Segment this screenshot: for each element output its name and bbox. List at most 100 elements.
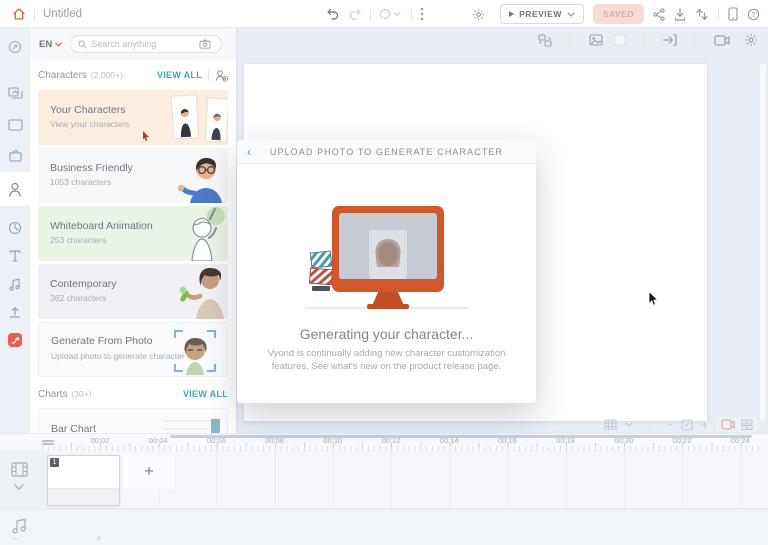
audio-zoom-in[interactable]: + [96, 534, 102, 545]
card-contemporary[interactable]: Contemporary 362 characters [38, 264, 228, 319]
add-camera-icon[interactable] [721, 419, 735, 430]
bar-chart-thumbnail [161, 413, 221, 433]
character-thumb [171, 94, 199, 139]
timeline-zoom-out[interactable]: − [666, 418, 673, 432]
card-business-friendly[interactable]: Business Friendly 1053 characters [38, 148, 228, 203]
card-bar-chart[interactable]: Bar Chart 6 charts [38, 408, 228, 433]
top-bar: Untitled PREVIEW [0, 0, 768, 28]
snap-grid-icon[interactable] [604, 419, 617, 430]
scene-thumbnail[interactable]: 1 [47, 455, 120, 506]
undo-icon[interactable] [326, 8, 339, 20]
character-tab-icon[interactable] [0, 172, 30, 206]
more-options-icon[interactable] [420, 7, 424, 21]
preview-button[interactable]: PREVIEW [500, 4, 584, 24]
audio-track-icon[interactable] [12, 518, 27, 534]
divider [649, 419, 650, 431]
card-your-characters[interactable]: Your Characters View your characters [38, 90, 228, 145]
section-title: Charts [38, 389, 67, 400]
card-title: Business Friendly [50, 162, 133, 174]
version-history-icon[interactable] [379, 8, 403, 20]
canvas-settings-icon[interactable] [744, 33, 758, 47]
upload-icon[interactable] [0, 297, 30, 327]
timeline-zoom-in[interactable]: + [701, 418, 708, 432]
share-icon[interactable] [653, 8, 665, 21]
image-search-icon[interactable] [199, 39, 211, 49]
canvas-toolbar [538, 33, 758, 47]
stock-media-icon[interactable] [0, 325, 30, 355]
card-title: Your Characters [50, 104, 125, 116]
add-character-icon[interactable] [215, 69, 228, 82]
chart-icon[interactable] [0, 213, 30, 243]
templates-icon[interactable] [0, 78, 30, 108]
modal-body-text: Vyond is continually adding new characte… [261, 348, 512, 374]
download-icon[interactable] [674, 8, 686, 21]
device-preview-icon[interactable] [728, 7, 738, 21]
redo-icon[interactable] [349, 8, 362, 20]
home-icon[interactable] [12, 7, 26, 21]
divider [644, 34, 645, 46]
divider [208, 69, 209, 81]
filmstrip-icon[interactable] [11, 462, 28, 477]
document-title[interactable]: Untitled [43, 8, 82, 20]
section-count: (30+) [71, 389, 91, 399]
help-icon[interactable]: ? [747, 8, 760, 21]
card-subtitle: View your characters [50, 119, 129, 129]
enter-exit-icon[interactable] [663, 34, 677, 46]
card-subtitle: Upload photo to generate character [51, 351, 185, 361]
card-generate-from-photo[interactable]: Generate From Photo Upload photo to gene… [38, 322, 228, 377]
background-icon[interactable] [0, 110, 30, 140]
view-all-charts-link[interactable]: VIEW ALL [183, 389, 228, 399]
settings-icon[interactable] [472, 8, 485, 21]
camera-icon[interactable] [714, 35, 730, 46]
preview-label: PREVIEW [519, 9, 562, 19]
mouse-cursor [648, 291, 660, 307]
charts-section-header: Charts (30+) VIEW ALL [30, 383, 236, 405]
library-rail [0, 28, 30, 433]
chevron-down-icon [55, 42, 62, 47]
svg-text:?: ? [752, 11, 756, 18]
character-illustration [172, 206, 226, 261]
card-subtitle: 362 characters [50, 293, 106, 303]
text-icon[interactable] [0, 241, 30, 271]
blank-frame-icon[interactable] [613, 34, 626, 46]
add-scene-button[interactable]: + [124, 455, 174, 489]
back-icon[interactable]: ‹ [247, 144, 251, 159]
character-illustration [170, 264, 226, 319]
divider [570, 34, 571, 46]
audio-zoom-out[interactable]: − [12, 534, 18, 545]
card-subtitle: 1053 characters [50, 177, 111, 187]
scene-track-gutter [0, 450, 48, 509]
chevron-down-icon [567, 12, 575, 17]
timeline-toolbar: − + [604, 417, 758, 432]
scene-number-badge: 1 [50, 458, 59, 467]
quick-search-icon[interactable] [0, 32, 30, 62]
fit-timeline-icon[interactable] [681, 419, 693, 431]
search-row: EN [30, 28, 236, 60]
collapse-track-icon[interactable] [14, 484, 24, 490]
play-icon [509, 11, 514, 17]
audio-library-icon[interactable] [0, 269, 30, 299]
props-icon[interactable] [0, 140, 30, 170]
language-selector[interactable]: EN [39, 39, 62, 50]
search-icon [78, 40, 87, 49]
characters-section-header: Characters (2,000+) VIEW ALL [30, 64, 236, 86]
monitor-illustration [299, 192, 475, 314]
character-library-panel: EN Characters (2,000+) VIEW ALL Your Cha… [30, 28, 236, 433]
timeline-view-group [716, 417, 758, 432]
search-box[interactable] [70, 35, 222, 53]
chevron-down-icon[interactable] [625, 422, 633, 427]
card-whiteboard-animation[interactable]: Whiteboard Animation 253 characters [38, 206, 228, 261]
language-label: EN [39, 39, 52, 50]
view-all-characters-link[interactable]: VIEW ALL [157, 70, 202, 80]
timeline-scrollbar[interactable] [170, 435, 752, 438]
red-cursor-icon [142, 131, 150, 141]
generate-character-modal: ‹ UPLOAD PHOTO TO GENERATE CHARACTER [237, 140, 536, 403]
canvas-scrollbar[interactable] [760, 64, 766, 421]
resize-video-icon[interactable] [695, 8, 709, 21]
scene-elements-icon[interactable] [538, 34, 552, 47]
search-input[interactable] [91, 39, 199, 49]
image-icon[interactable] [589, 34, 603, 46]
face-scan-illustration [173, 328, 217, 376]
storyboard-view-icon[interactable] [741, 419, 753, 430]
divider [370, 8, 371, 20]
